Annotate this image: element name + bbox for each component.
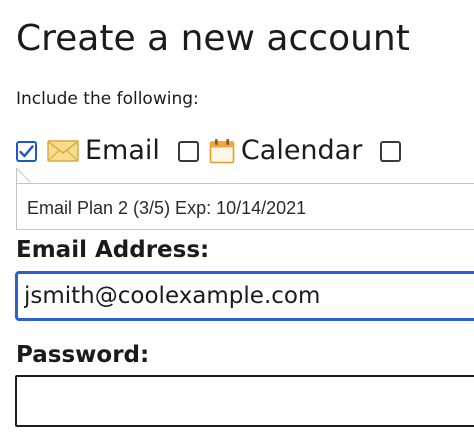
calendar-icon bbox=[209, 138, 235, 164]
page-title: Create a new account bbox=[16, 18, 410, 59]
email-address-label: Email Address: bbox=[16, 237, 210, 263]
option-calendar[interactable]: Calendar bbox=[177, 134, 363, 168]
email-option-label: Email bbox=[85, 135, 160, 166]
email-address-input[interactable] bbox=[15, 271, 474, 321]
create-account-form: Create a new account Include the followi… bbox=[0, 0, 474, 435]
option-email[interactable]: Email bbox=[16, 134, 160, 168]
calendar-option-label: Calendar bbox=[240, 135, 363, 166]
envelope-icon bbox=[47, 139, 79, 163]
third-option-checkbox[interactable] bbox=[380, 140, 402, 162]
password-label: Password: bbox=[16, 342, 150, 368]
include-label: Include the following: bbox=[16, 89, 199, 109]
calendar-checkbox[interactable] bbox=[177, 140, 199, 162]
password-input[interactable] bbox=[15, 375, 474, 427]
product-options: Email Calendar bbox=[16, 134, 429, 168]
email-plan-box: Email Plan 2 (3/5) Exp: 10/14/2021 bbox=[16, 183, 474, 230]
checkmark-icon bbox=[19, 144, 34, 157]
email-plan-text: Email Plan 2 (3/5) Exp: 10/14/2021 bbox=[27, 198, 307, 218]
option-third[interactable] bbox=[380, 140, 411, 162]
email-checkbox[interactable] bbox=[16, 140, 37, 162]
